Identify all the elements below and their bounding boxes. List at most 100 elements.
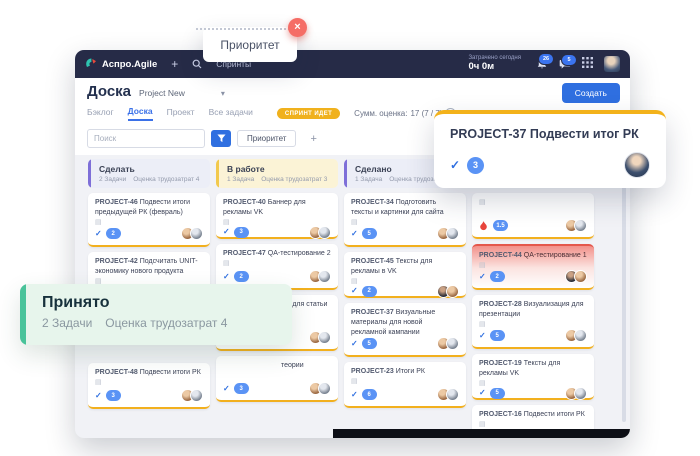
page-title: Доска (87, 83, 132, 100)
check-icon: ✓ (95, 390, 102, 400)
accepted-tasks: 2 Задачи (42, 316, 93, 330)
description-icon: ▤ (351, 277, 358, 285)
task-card[interactable]: PROJECT-40 Баннер для рекламы VK ▤ ✓ 3 (216, 193, 338, 239)
description-icon: ▤ (479, 261, 486, 269)
score-badge: 2 (361, 285, 377, 297)
priority-filter-chip[interactable]: Приоритет (237, 130, 297, 147)
user-avatar[interactable] (604, 56, 620, 72)
scrollbar[interactable] (622, 154, 626, 422)
chevron-down-icon[interactable]: ▾ (221, 89, 225, 98)
apps-grid-icon[interactable] (582, 55, 593, 73)
check-icon: ✓ (450, 158, 461, 172)
task-card[interactable]: PROJECT-28 Визуализация для презентации … (472, 295, 594, 349)
task-card[interactable]: PROJECT-34 Подготовить тексты и картинки… (344, 193, 466, 247)
check-icon: ✓ (351, 286, 358, 296)
score-badge: 5 (361, 228, 377, 239)
score-badge: 3 (105, 390, 121, 401)
score-badge: 6 (361, 389, 377, 400)
column-header[interactable]: Сделать 2 Задачи Оценка трудозатрат 4 (88, 159, 210, 188)
avatar (574, 270, 587, 283)
chat-icon[interactable]: 5 (559, 53, 577, 70)
filter-button[interactable] (211, 130, 231, 147)
kanban-column-accepted: ▤ 1.5 PROJECT-44 QA-тестирование 1 ▤ ✓2 (472, 159, 594, 438)
task-card[interactable]: теории ✓ 3 (216, 356, 338, 402)
avatar (574, 219, 587, 232)
description-icon: ▤ (479, 379, 486, 387)
tab-backlog[interactable]: Бэклог (87, 107, 114, 120)
description-icon: ▤ (479, 320, 486, 328)
description-icon: ▤ (223, 218, 230, 226)
sprint-status-badge: СПРИНТ ИДЕТ (276, 108, 341, 119)
description-icon: ▤ (479, 420, 486, 428)
window-bottom-edge (333, 429, 630, 438)
avatar (318, 331, 331, 344)
check-icon: ✓ (223, 271, 230, 281)
tooltip-label: Приоритет (220, 37, 280, 52)
check-icon: ✓ (479, 330, 486, 340)
task-card[interactable]: ▤ 1.5 (472, 193, 594, 239)
task-card[interactable]: PROJECT-46 Подвести итоги предыдущей РК … (88, 193, 210, 247)
description-icon: ▤ (223, 259, 230, 267)
task-card[interactable]: PROJECT-23 Итоги РК ▤ ✓ 6 (344, 362, 466, 408)
column-header[interactable]: В работе 1 Задача Оценка трудозатрат 3 (216, 159, 338, 188)
overdue-fire-icon (479, 220, 488, 231)
tab-project[interactable]: Проект (167, 107, 195, 120)
tab-all-tasks[interactable]: Все задачи (209, 107, 253, 120)
check-icon: ✓ (479, 271, 486, 281)
app-window: Аспро.Agile + Спринты Затрачено сегодня … (75, 50, 630, 438)
task-card[interactable]: PROJECT-37 Визуальные материалы для ново… (344, 303, 466, 357)
task-card[interactable]: PROJECT-45 Тексты для рекламы в VK ▤ ✓ 2 (344, 252, 466, 298)
avatar (190, 227, 203, 240)
score-badge: 3 (467, 156, 485, 174)
avatar (574, 386, 587, 400)
project-selector[interactable]: Project New (139, 88, 185, 98)
brand[interactable]: Аспро.Agile (85, 57, 157, 72)
score-badge: 3 (233, 383, 249, 394)
check-icon: ✓ (479, 388, 486, 398)
score-badge: 3 (233, 226, 249, 238)
avatar (446, 388, 459, 401)
score-badge: 1.5 (493, 220, 508, 231)
search-icon[interactable] (192, 59, 202, 69)
task-card[interactable]: PROJECT-19 Тексты для рекламы VK ▤ ✓ 5 (472, 354, 594, 400)
kanban-column-done: Сделано 1 Задача Оценка трудозатрат PROJE… (344, 159, 466, 438)
add-filter-button[interactable]: + (304, 132, 322, 146)
time-value: 0ч 0м (468, 61, 495, 73)
check-icon: ✓ (95, 228, 102, 238)
close-icon[interactable]: × (288, 18, 307, 37)
task-card[interactable]: PROJECT-44 QA-тестирование 1 ▤ ✓ 2 (472, 244, 594, 290)
task-card[interactable]: PROJECT-48 Подвести итоги РК ▤ ✓ 3 (88, 363, 210, 409)
focused-task-card[interactable]: PROJECT-37 Подвести итог РК ✓ 3 (434, 110, 666, 188)
avatar (624, 152, 650, 178)
avatar (318, 382, 331, 395)
score-badge: 5 (489, 330, 505, 341)
description-icon: ▤ (351, 377, 358, 385)
description-icon: ▤ (351, 218, 358, 226)
brand-logo-icon (85, 57, 97, 72)
notifications-bell-icon[interactable]: 26 (536, 53, 554, 70)
avatar (190, 389, 203, 402)
priority-tooltip: Приоритет × (196, 18, 307, 62)
description-icon: ▤ (95, 218, 102, 226)
description-icon: ▤ (479, 199, 486, 206)
add-icon[interactable]: + (171, 58, 178, 70)
page: Аспро.Agile + Спринты Затрачено сегодня … (0, 0, 700, 456)
brand-name: Аспро.Agile (102, 58, 158, 70)
time-tracker: Затрачено сегодня 0ч 0м (468, 55, 521, 72)
check-icon: ✓ (351, 228, 358, 238)
check-icon: ✓ (223, 227, 230, 237)
search-input[interactable] (87, 129, 205, 148)
create-button[interactable]: Создать (561, 83, 620, 103)
accepted-title: Принято (42, 294, 110, 311)
bell-badge: 26 (538, 53, 554, 65)
avatar (446, 284, 459, 298)
avatar (574, 329, 587, 342)
avatar (318, 225, 331, 239)
avatar (318, 270, 331, 283)
tab-board[interactable]: Доска (127, 106, 153, 121)
top-navbar: Аспро.Agile + Спринты Затрачено сегодня … (75, 50, 630, 78)
score-badge: 2 (233, 271, 249, 282)
check-icon: ✓ (351, 389, 358, 399)
score-badge: 5 (489, 387, 505, 399)
focused-task-title: PROJECT-37 Подвести итог РК (450, 127, 639, 141)
